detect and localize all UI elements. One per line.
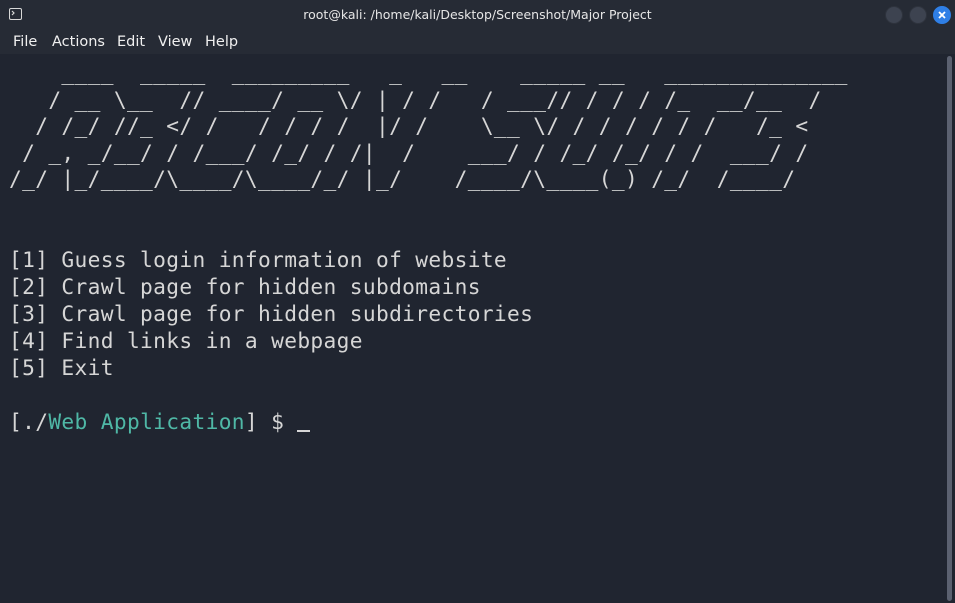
close-icon — [938, 11, 946, 19]
minimize-button[interactable] — [885, 6, 903, 24]
text-cursor — [297, 430, 311, 432]
menu-option-4: [4] Find links in a webpage — [9, 328, 363, 353]
menu-option-3: [3] Crawl page for hidden subdirectories — [9, 301, 534, 326]
vertical-scrollbar[interactable] — [945, 54, 955, 603]
prompt-app-name: Web Application — [48, 409, 245, 434]
window-title: root@kali: /home/kali/Desktop/Screenshot… — [303, 7, 652, 22]
menu-view[interactable]: View — [158, 32, 192, 52]
command-prompt[interactable]: [./Web Application] $ — [9, 408, 311, 435]
prompt-suffix: ] $ — [244, 409, 298, 434]
ascii-art-banner: ____ _____ _________ _ __ _____ __ _____… — [9, 60, 848, 191]
terminal-output[interactable]: ____ _____ _________ _ __ _____ __ _____… — [0, 54, 945, 603]
menu-option-1: [1] Guess login information of website — [9, 247, 508, 272]
menu-actions[interactable]: Actions — [52, 32, 105, 52]
scrollbar-thumb[interactable] — [947, 56, 952, 601]
menu-edit[interactable]: Edit — [117, 32, 145, 52]
menu-option-5: [5] Exit — [9, 355, 114, 380]
close-button[interactable] — [933, 6, 951, 24]
terminal-window: root@kali: /home/kali/Desktop/Screenshot… — [0, 0, 955, 603]
title-bar[interactable]: root@kali: /home/kali/Desktop/Screenshot… — [0, 0, 955, 30]
prompt-prefix: [./ — [9, 409, 49, 434]
menu-file[interactable]: File — [13, 32, 37, 52]
menu-option-2: [2] Crawl page for hidden subdomains — [9, 274, 481, 299]
menu-bar: File Actions Edit View Help — [0, 30, 955, 54]
maximize-button[interactable] — [909, 6, 927, 24]
menu-help[interactable]: Help — [205, 32, 238, 52]
